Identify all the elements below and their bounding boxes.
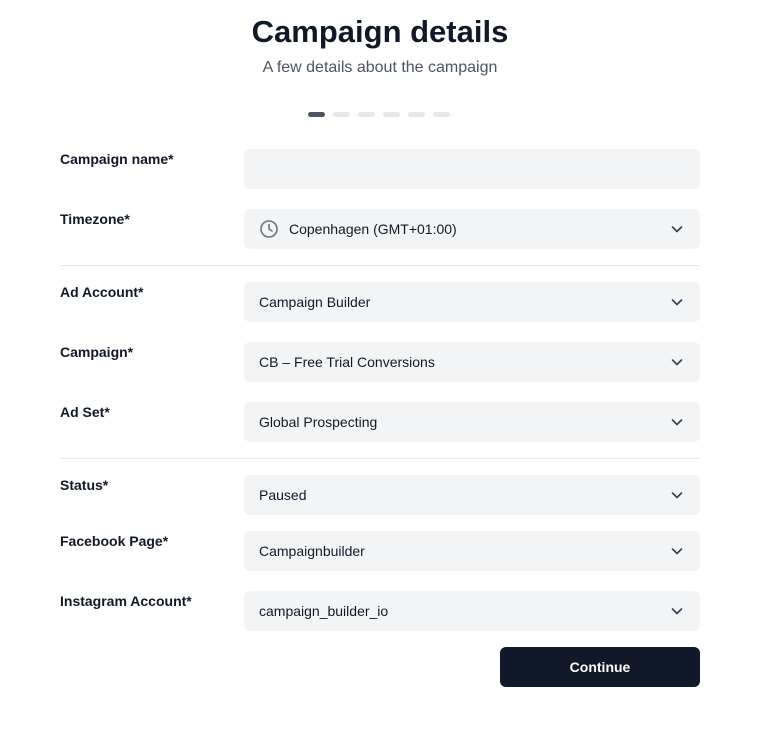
chevron-down-icon: [669, 354, 685, 370]
campaign-value: CB – Free Trial Conversions: [259, 354, 435, 370]
campaign-label: Campaign*: [60, 344, 134, 360]
instagram-account-select[interactable]: campaign_builder_io: [244, 591, 700, 631]
timezone-value: Copenhagen (GMT+01:00): [289, 221, 457, 237]
chevron-down-icon: [669, 294, 685, 310]
continue-button[interactable]: Continue: [500, 647, 700, 687]
ad-set-select[interactable]: Global Prospecting: [244, 402, 700, 442]
ad-account-label: Ad Account*: [60, 284, 144, 300]
instagram-account-label: Instagram Account*: [60, 593, 192, 609]
chevron-down-icon: [669, 543, 685, 559]
page-subtitle: A few details about the campaign: [262, 59, 498, 76]
ad-account-select[interactable]: Campaign Builder: [244, 282, 700, 322]
facebook-page-select[interactable]: Campaignbuilder: [244, 531, 700, 571]
ad-account-value: Campaign Builder: [259, 294, 371, 310]
timezone-select[interactable]: Copenhagen (GMT+01:00): [244, 209, 700, 249]
chevron-down-icon: [669, 414, 685, 430]
step-3-indicator: [358, 112, 375, 117]
step-6-indicator: [433, 112, 450, 117]
section-divider: [60, 265, 700, 266]
status-value: Paused: [259, 487, 307, 503]
clock-icon: [259, 219, 279, 239]
step-2-indicator: [333, 112, 350, 117]
section-divider: [60, 458, 700, 459]
step-progress-indicator: [308, 112, 450, 117]
step-1-indicator: [308, 112, 325, 117]
chevron-down-icon: [669, 221, 685, 237]
status-select[interactable]: Paused: [244, 475, 700, 515]
chevron-down-icon: [669, 487, 685, 503]
campaign-name-input[interactable]: [244, 149, 700, 189]
step-4-indicator: [383, 112, 400, 117]
ad-set-value: Global Prospecting: [259, 414, 378, 430]
facebook-page-label: Facebook Page*: [60, 533, 169, 549]
status-label: Status*: [60, 477, 109, 493]
chevron-down-icon: [669, 603, 685, 619]
step-5-indicator: [408, 112, 425, 117]
ad-set-label: Ad Set*: [60, 404, 110, 420]
campaign-select[interactable]: CB – Free Trial Conversions: [244, 342, 700, 382]
campaign-name-label: Campaign name*: [60, 151, 174, 167]
facebook-page-value: Campaignbuilder: [259, 543, 365, 559]
timezone-label: Timezone*: [60, 211, 130, 227]
instagram-account-value: campaign_builder_io: [259, 603, 389, 619]
page-title: Campaign details: [251, 14, 509, 49]
